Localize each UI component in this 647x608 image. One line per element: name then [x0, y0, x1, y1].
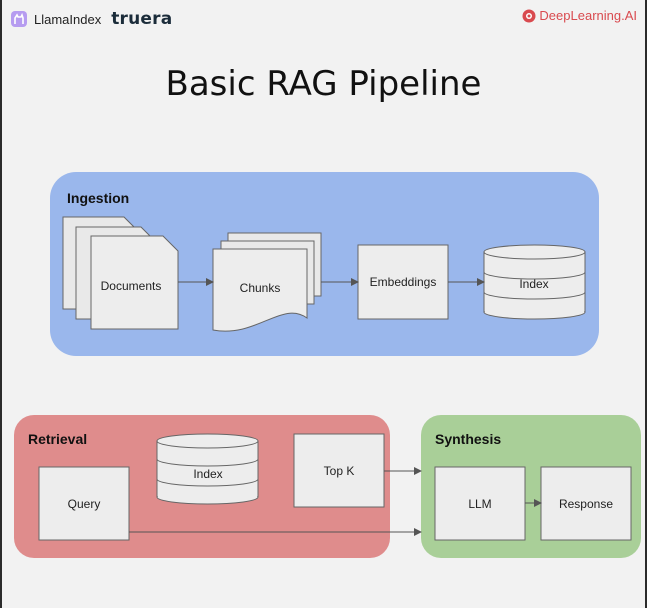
chunks-label: Chunks — [240, 281, 281, 295]
response-node: Response — [540, 466, 632, 541]
index-retrieval-node: Index — [156, 433, 259, 505]
llm-label: LLM — [468, 497, 491, 511]
embeddings-label: Embeddings — [370, 275, 437, 289]
retrieval-label: Retrieval — [28, 431, 87, 447]
slide: LlamaIndex truera DeepLearning.AI Basic … — [2, 0, 645, 608]
synthesis-label: Synthesis — [435, 431, 501, 447]
chunks-node: Chunks — [212, 232, 322, 332]
ingestion-label: Ingestion — [67, 190, 129, 206]
top-k-label: Top K — [324, 464, 355, 478]
rag-pipeline-diagram: Ingestion Documents Chunks Embeddings In… — [14, 172, 641, 558]
query-node: Query — [38, 466, 130, 541]
index-retrieval-label: Index — [193, 467, 222, 481]
index-ingestion-node: Index — [483, 244, 586, 320]
documents-label: Documents — [101, 279, 162, 293]
embeddings-node: Embeddings — [357, 244, 449, 320]
llm-node: LLM — [434, 466, 526, 541]
top-k-node: Top K — [293, 433, 385, 508]
response-label: Response — [559, 497, 613, 511]
query-label: Query — [68, 497, 101, 511]
index-ingestion-label: Index — [519, 277, 548, 291]
